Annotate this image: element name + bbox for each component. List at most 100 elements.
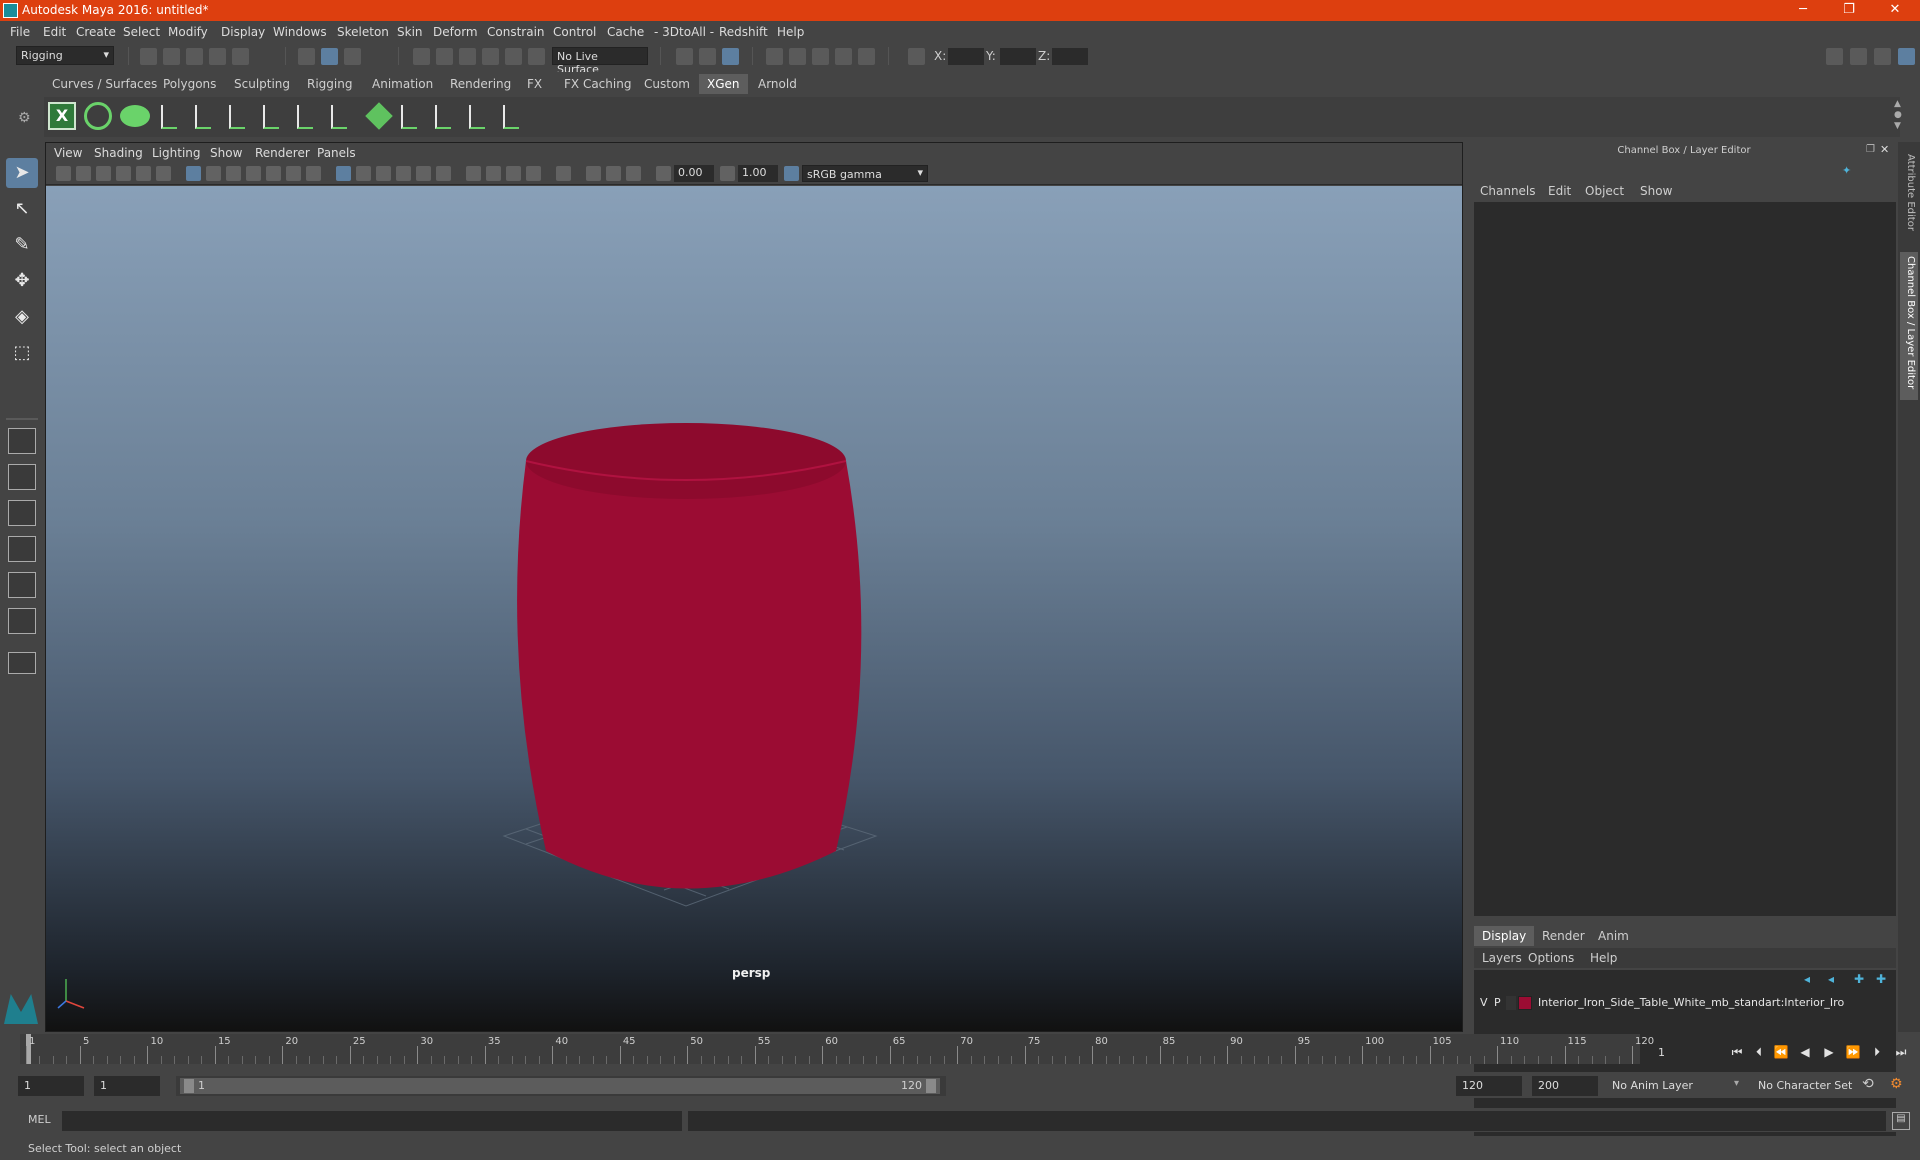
channel-box-area[interactable] <box>1474 202 1896 916</box>
bookmark-icon[interactable] <box>96 166 111 181</box>
play-backward-icon[interactable]: ◀ <box>1796 1043 1814 1061</box>
tab-curves-surfaces[interactable]: Curves / Surfaces <box>46 76 163 92</box>
script-editor-icon[interactable]: ▤ <box>1892 1112 1910 1130</box>
persp-outliner-layout-icon[interactable] <box>8 500 36 526</box>
render-frame-icon[interactable] <box>766 48 783 65</box>
range-slider-handle[interactable]: 1 120 <box>180 1078 940 1094</box>
anim-layer-dropdown[interactable]: No Anim Layer <box>1606 1076 1736 1096</box>
xgen-sculpt-guide-icon[interactable] <box>256 101 284 131</box>
shadows-icon[interactable] <box>436 166 451 181</box>
exposure-field[interactable]: 0.00 <box>674 165 714 182</box>
menu-deform[interactable]: Deform <box>433 25 478 39</box>
menu-display[interactable]: Display <box>221 25 265 39</box>
minimize-icon[interactable]: ─ <box>1780 0 1826 21</box>
tab-xgen[interactable]: XGen <box>699 74 748 94</box>
new-scene-icon[interactable] <box>140 48 157 65</box>
menu-windows[interactable]: Windows <box>273 25 327 39</box>
vp-menu-renderer[interactable]: Renderer <box>255 146 310 160</box>
menu-3dtoall[interactable]: - 3DtoAll - <box>654 25 714 39</box>
scale-tool-button[interactable]: ⬚ <box>6 338 38 368</box>
grid-icon[interactable] <box>186 166 201 181</box>
le-menu-options[interactable]: Options <box>1528 951 1574 965</box>
gamma-field[interactable]: 1.00 <box>738 165 778 182</box>
layer-color-swatch[interactable] <box>1518 996 1532 1010</box>
current-frame-field[interactable]: 1 <box>1654 1044 1720 1062</box>
layer-row[interactable]: V P Interior_Iron_Side_Table_White_mb_st… <box>1474 994 1894 1012</box>
range-slider[interactable]: 1 120 <box>176 1076 946 1096</box>
tab-arnold[interactable]: Arnold <box>752 76 803 92</box>
tab-polygons[interactable]: Polygons <box>157 76 222 92</box>
tab-display[interactable]: Display <box>1474 926 1535 946</box>
textured-icon[interactable] <box>396 166 411 181</box>
menu-cache[interactable]: Cache <box>607 25 644 39</box>
xgen-rebuild-guide-icon[interactable] <box>428 101 456 131</box>
menu-file[interactable]: File <box>10 25 30 39</box>
xgen-bend-guide-icon[interactable] <box>394 101 422 131</box>
xgen-patch-icon[interactable] <box>365 102 393 130</box>
xray-joints-icon[interactable] <box>626 166 641 181</box>
xgen-lock-guide-icon[interactable] <box>290 101 318 131</box>
go-to-end-icon[interactable]: ⏭ <box>1892 1043 1910 1061</box>
xray-active-icon[interactable] <box>606 166 621 181</box>
le-menu-layers[interactable]: Layers <box>1482 951 1522 965</box>
restore-icon[interactable]: ❐ <box>1826 0 1872 21</box>
channel-box-toggle-icon[interactable] <box>1898 48 1915 65</box>
shelf-scroll-icon[interactable]: ▲ ● ▼ <box>1894 99 1902 133</box>
range-end-handle[interactable] <box>926 1079 936 1093</box>
z-field[interactable] <box>1052 48 1088 65</box>
snap-grid-icon[interactable] <box>413 48 430 65</box>
playback-end-field[interactable]: 120 <box>1456 1076 1522 1096</box>
move-tool-button[interactable]: ✥ <box>6 266 38 296</box>
safe-action-icon[interactable] <box>286 166 301 181</box>
snap-surface-icon[interactable] <box>528 48 545 65</box>
tab-rendering[interactable]: Rendering <box>444 76 517 92</box>
new-layer-icon[interactable]: ✚ <box>1854 972 1868 986</box>
xgen-add-guide-icon[interactable] <box>222 101 250 131</box>
depth-of-field-icon[interactable] <box>526 166 541 181</box>
field-chart-icon[interactable] <box>266 166 281 181</box>
grease-pencil-icon[interactable] <box>156 166 171 181</box>
gate-mask-icon[interactable] <box>246 166 261 181</box>
tab-fx-caching[interactable]: FX Caching <box>558 76 637 92</box>
use-all-lights-icon[interactable] <box>416 166 431 181</box>
color-management-icon[interactable] <box>784 166 799 181</box>
snap-live-icon[interactable] <box>505 48 522 65</box>
menu-control[interactable]: Control <box>553 25 596 39</box>
le-menu-help[interactable]: Help <box>1590 951 1617 965</box>
smooth-shade-icon[interactable] <box>356 166 371 181</box>
tab-anim[interactable]: Anim <box>1590 926 1637 946</box>
single-perspective-layout-icon[interactable] <box>8 428 36 454</box>
cb-menu-channels[interactable]: Channels <box>1480 184 1536 198</box>
isolate-select-icon[interactable] <box>556 166 571 181</box>
snap-view-plane-icon[interactable] <box>482 48 499 65</box>
y-field[interactable] <box>1000 48 1036 65</box>
vp-menu-panels[interactable]: Panels <box>317 146 356 160</box>
persp-uv-layout-icon[interactable] <box>8 608 36 634</box>
mel-input[interactable] <box>62 1111 682 1131</box>
symmetry-icon[interactable] <box>722 48 739 65</box>
step-forward-key-icon[interactable]: ⏩ <box>1844 1043 1862 1061</box>
move-layer-up-icon[interactable]: ◂ <box>1804 972 1818 986</box>
menu-skeleton[interactable]: Skeleton <box>337 25 389 39</box>
cb-menu-show[interactable]: Show <box>1640 184 1672 198</box>
open-scene-icon[interactable] <box>163 48 180 65</box>
snap-curve-icon[interactable] <box>436 48 453 65</box>
layer-type-toggle[interactable] <box>1506 996 1516 1010</box>
tab-rigging[interactable]: Rigging <box>301 76 358 92</box>
attribute-editor-toggle-icon[interactable] <box>1850 48 1867 65</box>
camera-select-icon[interactable] <box>56 166 71 181</box>
redo-icon[interactable] <box>232 48 249 65</box>
go-to-start-icon[interactable]: ⏮ <box>1728 1043 1746 1061</box>
layer-visibility-toggle[interactable]: V <box>1480 996 1488 1009</box>
safe-title-icon[interactable] <box>306 166 321 181</box>
xgen-normalize-guide-icon[interactable] <box>462 101 490 131</box>
step-back-key-icon[interactable]: ⏪ <box>1772 1043 1790 1061</box>
film-gate-icon[interactable] <box>206 166 221 181</box>
vp-menu-shading[interactable]: Shading <box>94 146 143 160</box>
xgen-preview-icon[interactable] <box>84 102 112 130</box>
tab-attribute-editor[interactable]: Attribute Editor <box>1900 150 1918 240</box>
tab-animation[interactable]: Animation <box>366 76 439 92</box>
menu-constrain[interactable]: Constrain <box>487 25 545 39</box>
2d-pan-zoom-icon[interactable] <box>136 166 151 181</box>
paint-select-tool-button[interactable]: ✎ <box>6 230 38 260</box>
